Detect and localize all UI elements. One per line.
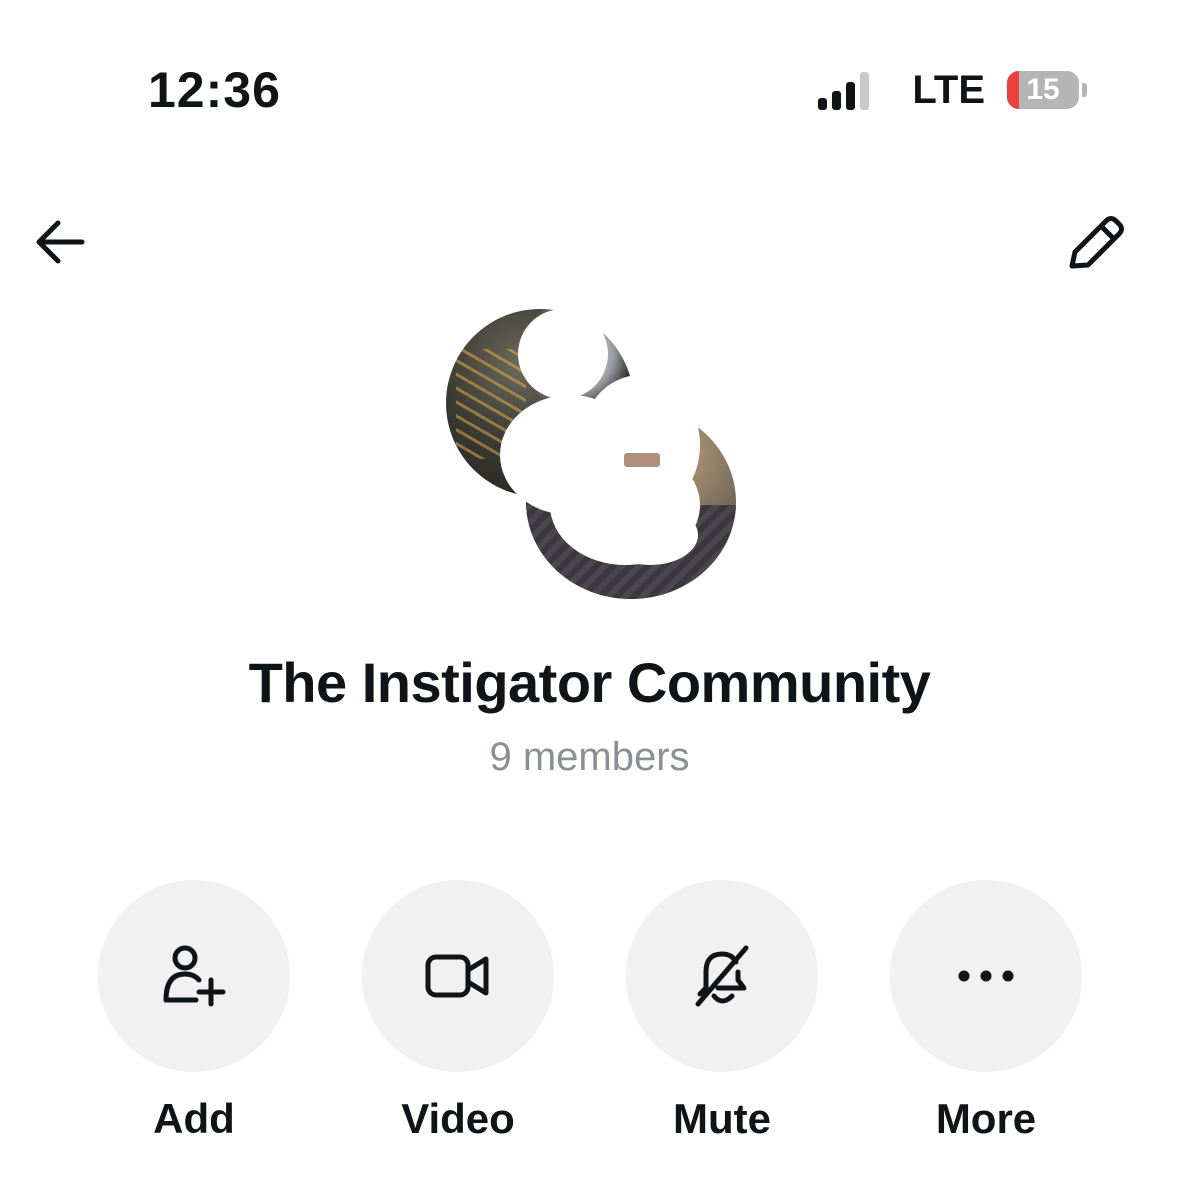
mute-label: Mute xyxy=(673,1095,771,1142)
battery-cap xyxy=(1082,83,1087,97)
more-button-circle[interactable] xyxy=(890,880,1082,1072)
add-label: Add xyxy=(153,1095,235,1142)
bell-off-icon xyxy=(695,945,749,1007)
status-indicators: LTE 15 xyxy=(818,64,1087,116)
cellular-signal-icon xyxy=(818,70,874,110)
mute-button[interactable]: Mute xyxy=(626,880,818,1144)
member-count[interactable]: 9 members xyxy=(0,732,1179,782)
arrow-left-icon xyxy=(36,220,85,264)
battery-icon: 15 xyxy=(1007,71,1079,109)
mute-button-circle[interactable] xyxy=(626,880,818,1072)
add-button[interactable]: Add xyxy=(98,880,290,1144)
more-label: More xyxy=(935,1095,1037,1142)
video-button-circle[interactable] xyxy=(362,880,554,1072)
video-camera-icon xyxy=(425,954,489,998)
redaction-blob xyxy=(518,309,608,399)
status-time: 12:36 xyxy=(148,62,281,118)
more-dots-icon xyxy=(958,970,1014,982)
add-person-icon xyxy=(163,945,226,1007)
back-button[interactable] xyxy=(30,210,94,274)
video-button[interactable]: Video xyxy=(362,880,554,1144)
more-button[interactable]: More xyxy=(890,880,1082,1144)
redaction-blob xyxy=(624,453,660,467)
group-title: The Instigator Community xyxy=(248,651,931,714)
redaction-blob xyxy=(602,505,698,565)
edit-group-button[interactable] xyxy=(1060,208,1130,278)
group-avatar[interactable] xyxy=(440,305,740,605)
add-button-circle[interactable] xyxy=(98,880,290,1072)
battery-level: 15 xyxy=(1026,73,1060,106)
video-label: Video xyxy=(401,1095,515,1142)
pencil-icon xyxy=(1069,216,1124,269)
network-type: LTE xyxy=(912,68,985,112)
